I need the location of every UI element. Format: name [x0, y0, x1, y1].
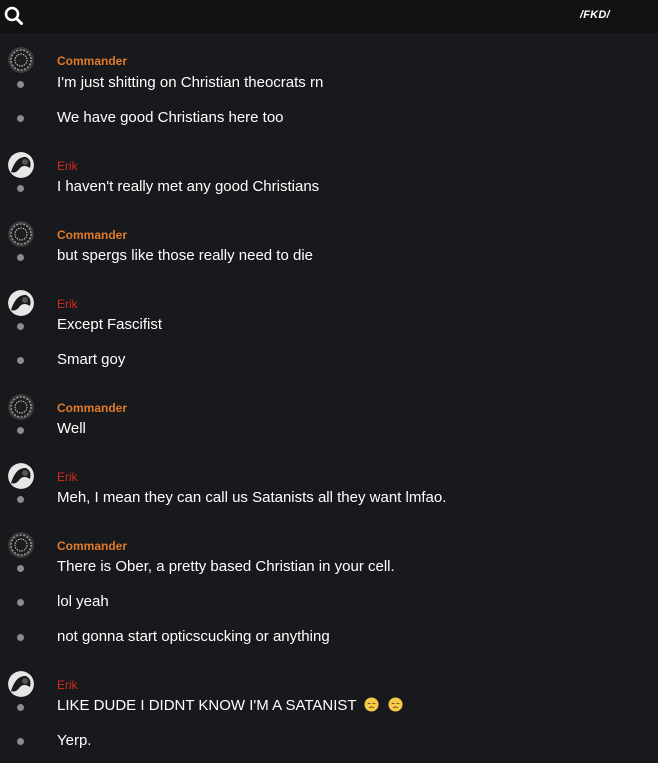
message-bullet — [17, 185, 24, 192]
message-text: lol yeah — [57, 593, 109, 610]
message-author[interactable]: Commander — [57, 401, 127, 415]
search-icon[interactable] — [4, 6, 24, 26]
commander-avatar[interactable] — [8, 394, 34, 420]
message-text: LIKE DUDE I DIDNT KNOW I'M A SATANIST — [57, 697, 357, 714]
commander-avatar[interactable] — [8, 47, 34, 73]
erik-avatar[interactable] — [8, 290, 34, 316]
message-feed: Commander I'm just shitting on Christian… — [0, 33, 658, 763]
message-text: We have good Christians here too — [57, 109, 284, 126]
message-text-container: LIKE DUDE I DIDNT KNOW I'M A SATANIST — [57, 697, 403, 714]
top-bar: /FKD/ — [0, 0, 658, 33]
message-author[interactable]: Erik — [57, 297, 78, 311]
erik-avatar[interactable] — [8, 152, 34, 178]
message-bullet — [17, 254, 24, 261]
message-bullet — [17, 323, 24, 330]
erik-avatar[interactable] — [8, 463, 34, 489]
message-bullet — [17, 357, 24, 364]
message-author[interactable]: Erik — [57, 678, 78, 692]
message-author[interactable]: Commander — [57, 54, 127, 68]
message-author[interactable]: Commander — [57, 539, 127, 553]
message-text: Yerp. — [57, 732, 92, 749]
message-bullet — [17, 704, 24, 711]
message-text: I'm just shitting on Christian theocrats… — [57, 74, 324, 91]
message-text: not gonna start opticscucking or anythin… — [57, 628, 330, 645]
message-bullet — [17, 115, 24, 122]
message-bullet — [17, 738, 24, 745]
message-bullet — [17, 81, 24, 88]
disappointed-face-icon — [388, 697, 403, 712]
message-bullet — [17, 427, 24, 434]
message-text: Smart goy — [57, 351, 126, 368]
message-text: but spergs like those really need to die — [57, 247, 313, 264]
message-text: There is Ober, a pretty based Christian … — [57, 558, 395, 575]
commander-avatar[interactable] — [8, 532, 34, 558]
message-bullet — [17, 496, 24, 503]
message-bullet — [17, 634, 24, 641]
commander-avatar[interactable] — [8, 221, 34, 247]
message-bullet — [17, 599, 24, 606]
message-text: Well — [57, 420, 86, 437]
message-author[interactable]: Erik — [57, 159, 78, 173]
message-author[interactable]: Erik — [57, 470, 78, 484]
channel-name[interactable]: /FKD/ — [580, 9, 610, 21]
erik-avatar[interactable] — [8, 671, 34, 697]
message-text: Except Fascifist — [57, 316, 163, 333]
message-bullet — [17, 565, 24, 572]
disappointed-face-icon — [364, 697, 380, 712]
message-author[interactable]: Commander — [57, 228, 127, 242]
message-text: Meh, I mean they can call us Satanists a… — [57, 489, 447, 506]
message-text: I haven't really met any good Christians — [57, 178, 320, 195]
